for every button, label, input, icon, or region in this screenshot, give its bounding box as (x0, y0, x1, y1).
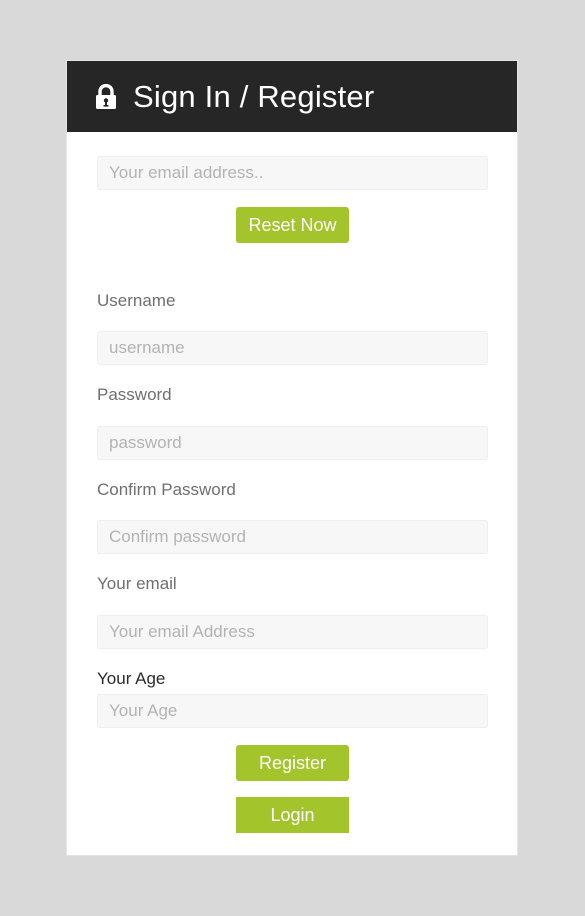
age-input[interactable] (97, 694, 488, 728)
reset-now-button[interactable]: Reset Now (236, 207, 349, 243)
password-label: Password (97, 385, 172, 404)
register-button[interactable]: Register (236, 745, 349, 781)
username-input[interactable] (97, 331, 488, 365)
lock-icon (95, 83, 117, 110)
email-input[interactable] (97, 615, 488, 649)
age-label: Your Age (97, 669, 166, 688)
password-input[interactable] (97, 426, 488, 460)
username-label: Username (97, 291, 176, 310)
confirm-password-input[interactable] (97, 520, 488, 554)
reset-email-input[interactable] (97, 156, 488, 190)
login-button[interactable]: Login (236, 797, 349, 833)
email-label: Your email (97, 574, 177, 593)
page-title: Sign In / Register (133, 78, 375, 114)
confirm-password-label: Confirm Password (97, 480, 236, 499)
card-header: Sign In / Register (67, 61, 517, 132)
auth-card: Sign In / Register Reset Now Username Pa… (67, 61, 517, 855)
